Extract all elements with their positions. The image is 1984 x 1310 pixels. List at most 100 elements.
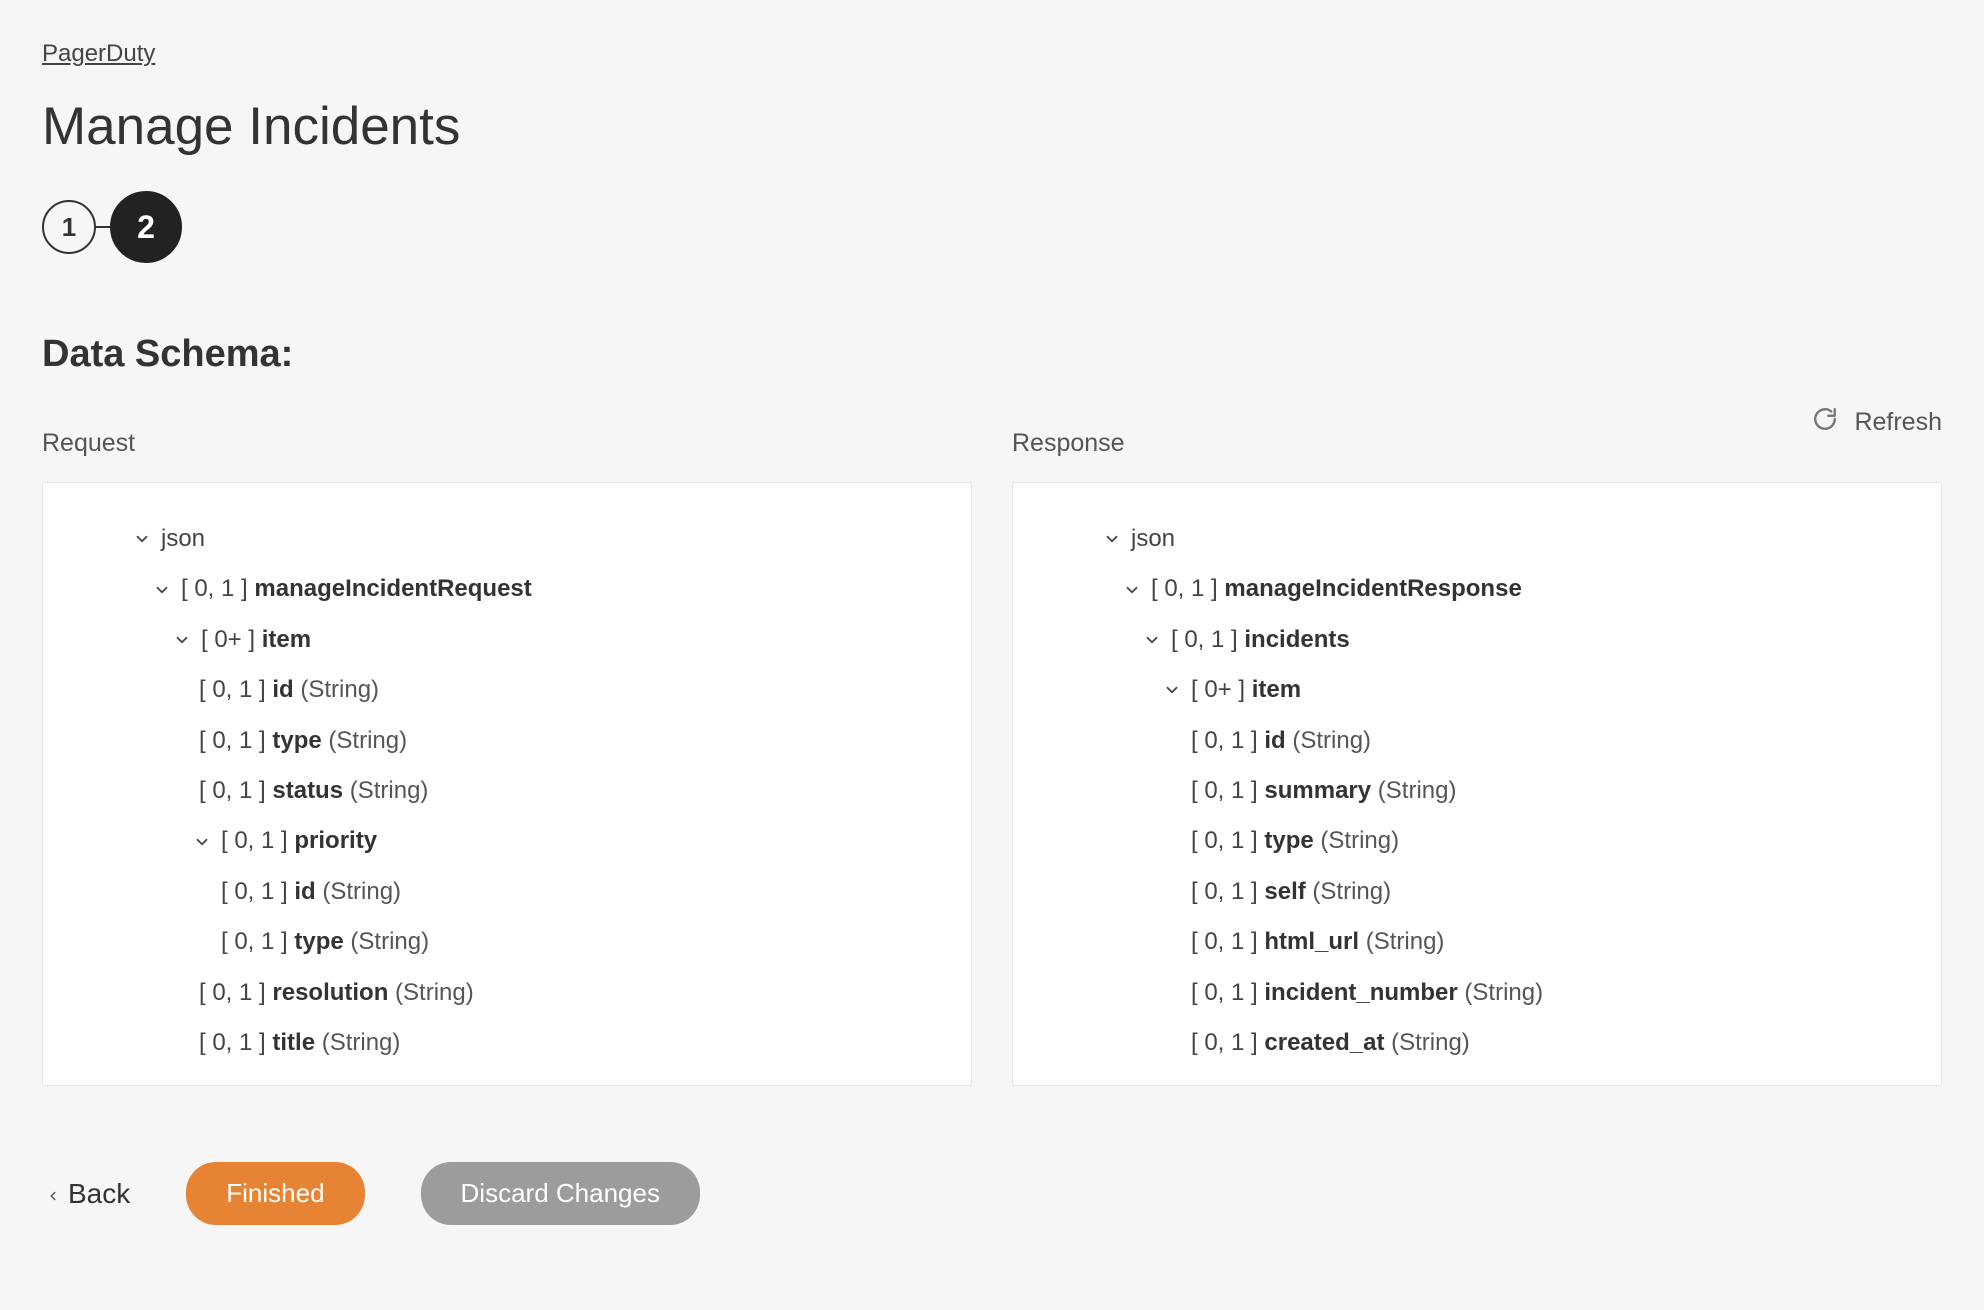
tree-leaf-priority-type[interactable]: [ 0, 1 ] type (String) — [79, 926, 935, 958]
tree-node-name: created_at — [1264, 1027, 1384, 1059]
tree-leaf-incident-number[interactable]: [ 0, 1 ] incident_number (String) — [1049, 977, 1905, 1009]
tree-node-name: priority — [294, 825, 377, 857]
tree-node-manageincidentresponse[interactable]: [ 0, 1 ] manageIncidentResponse — [1049, 573, 1905, 605]
tree-node-name: type — [294, 926, 343, 958]
section-title-data-schema: Data Schema: — [42, 333, 1942, 376]
page-title: Manage Incidents — [42, 96, 1942, 157]
tree-node-cardinality: [ 0, 1 ] — [221, 825, 294, 857]
tree-leaf-self[interactable]: [ 0, 1 ] self (String) — [1049, 876, 1905, 908]
chevron-down-icon — [1101, 530, 1123, 548]
tree-node-priority[interactable]: [ 0, 1 ] priority — [79, 825, 935, 857]
chevron-down-icon — [131, 530, 153, 548]
tree-leaf-status[interactable]: [ 0, 1 ] status (String) — [79, 775, 935, 807]
tree-node-type: (String) — [1314, 825, 1399, 857]
tree-leaf-type[interactable]: [ 0, 1 ] type (String) — [79, 725, 935, 757]
back-button[interactable]: Back — [46, 1178, 130, 1210]
tree-node-incidents[interactable]: [ 0, 1 ] incidents — [1049, 624, 1905, 656]
response-label: Response — [1012, 429, 1942, 458]
chevron-down-icon — [151, 581, 173, 599]
tree-node-name: incidents — [1244, 624, 1349, 656]
tree-node-cardinality: [ 0, 1 ] — [199, 725, 272, 757]
tree-leaf-html-url[interactable]: [ 0, 1 ] html_url (String) — [1049, 926, 1905, 958]
tree-node-name: type — [1264, 825, 1313, 857]
tree-node-cardinality: [ 0+ ] — [1191, 674, 1252, 706]
chevron-down-icon — [191, 833, 213, 851]
chevron-down-icon — [1161, 681, 1183, 699]
tree-node-type: (String) — [1371, 775, 1456, 807]
tree-node-type: (String) — [344, 926, 429, 958]
tree-node-cardinality: [ 0, 1 ] — [199, 775, 272, 807]
request-label: Request — [42, 429, 972, 458]
step-connector — [96, 226, 110, 228]
tree-node-name: id — [272, 674, 293, 706]
tree-leaf-priority-id[interactable]: [ 0, 1 ] id (String) — [79, 876, 935, 908]
tree-node-json[interactable]: json — [1049, 523, 1905, 555]
tree-node-type: (String) — [315, 1027, 400, 1059]
footer-bar: Back Finished Discard Changes — [42, 1162, 1942, 1225]
tree-node-name: html_url — [1264, 926, 1359, 958]
tree-node-type: (String) — [343, 775, 428, 807]
tree-leaf-summary[interactable]: [ 0, 1 ] summary (String) — [1049, 775, 1905, 807]
tree-node-cardinality: [ 0, 1 ] — [1191, 775, 1264, 807]
tree-node-manageincidentrequest[interactable]: [ 0, 1 ] manageIncidentRequest — [79, 573, 935, 605]
tree-node-item[interactable]: [ 0+ ] item — [79, 624, 935, 656]
tree-node-name: title — [272, 1027, 315, 1059]
stepper: 1 2 — [42, 191, 1942, 263]
tree-node-cardinality: [ 0, 1 ] — [1191, 876, 1264, 908]
tree-node-cardinality: [ 0, 1 ] — [199, 977, 272, 1009]
back-label: Back — [68, 1178, 130, 1210]
tree-node-type: (String) — [316, 876, 401, 908]
tree-node-cardinality: [ 0, 1 ] — [199, 674, 272, 706]
tree-node-type: (String) — [322, 725, 407, 757]
tree-node-type: (String) — [1384, 1027, 1469, 1059]
tree-node-name: self — [1264, 876, 1305, 908]
response-column: Response json [ 0, 1 ] manage — [1012, 429, 1942, 1086]
tree-node-name: id — [294, 876, 315, 908]
tree-node-name: resolution — [272, 977, 388, 1009]
tree-node-type: (String) — [1306, 876, 1391, 908]
response-panel: json [ 0, 1 ] manageIncidentResponse — [1012, 482, 1942, 1086]
tree-node-cardinality: [ 0, 1 ] — [181, 573, 254, 605]
tree-node-cardinality: [ 0, 1 ] — [199, 1027, 272, 1059]
tree-node-json[interactable]: json — [79, 523, 935, 555]
finished-button[interactable]: Finished — [186, 1162, 364, 1225]
tree-node-name: incident_number — [1264, 977, 1457, 1009]
tree-node-cardinality: [ 0, 1 ] — [221, 876, 294, 908]
breadcrumb-pagerduty[interactable]: PagerDuty — [42, 40, 155, 68]
tree-node-name: manageIncidentRequest — [254, 573, 531, 605]
tree-node-type: (String) — [1359, 926, 1444, 958]
request-panel: json [ 0, 1 ] manageIncidentRequest — [42, 482, 972, 1086]
tree-node-cardinality: [ 0, 1 ] — [1171, 624, 1244, 656]
tree-node-type: (String) — [1286, 725, 1371, 757]
tree-node-name: manageIncidentResponse — [1224, 573, 1521, 605]
tree-node-name: item — [1252, 674, 1301, 706]
step-2[interactable]: 2 — [110, 191, 182, 263]
tree-leaf-type[interactable]: [ 0, 1 ] type (String) — [1049, 825, 1905, 857]
chevron-down-icon — [1121, 581, 1143, 599]
tree-node-item[interactable]: [ 0+ ] item — [1049, 674, 1905, 706]
tree-node-cardinality: [ 0+ ] — [201, 624, 262, 656]
request-column: Request json [ 0, 1 ] manageI — [42, 429, 972, 1086]
tree-leaf-id[interactable]: [ 0, 1 ] id (String) — [1049, 725, 1905, 757]
tree-node-cardinality: [ 0, 1 ] — [1191, 926, 1264, 958]
panel-fade — [1013, 1055, 1941, 1085]
tree-node-type: (String) — [388, 977, 473, 1009]
tree-node-cardinality: [ 0, 1 ] — [1191, 725, 1264, 757]
discard-changes-button[interactable]: Discard Changes — [421, 1162, 700, 1225]
tree-leaf-id[interactable]: [ 0, 1 ] id (String) — [79, 674, 935, 706]
tree-leaf-created-at[interactable]: [ 0, 1 ] created_at (String) — [1049, 1027, 1905, 1059]
tree-leaf-title[interactable]: [ 0, 1 ] title (String) — [79, 1027, 935, 1059]
tree-node-name: id — [1264, 725, 1285, 757]
chevron-left-icon — [46, 1178, 60, 1210]
tree-node-label: json — [161, 523, 205, 555]
tree-node-name: item — [262, 624, 311, 656]
chevron-down-icon — [171, 631, 193, 649]
tree-node-cardinality: [ 0, 1 ] — [221, 926, 294, 958]
tree-node-cardinality: [ 0, 1 ] — [1191, 1027, 1264, 1059]
tree-node-cardinality: [ 0, 1 ] — [1191, 825, 1264, 857]
step-1[interactable]: 1 — [42, 200, 96, 254]
tree-node-cardinality: [ 0, 1 ] — [1151, 573, 1224, 605]
tree-leaf-resolution[interactable]: [ 0, 1 ] resolution (String) — [79, 977, 935, 1009]
tree-node-name: summary — [1264, 775, 1371, 807]
tree-node-label: json — [1131, 523, 1175, 555]
